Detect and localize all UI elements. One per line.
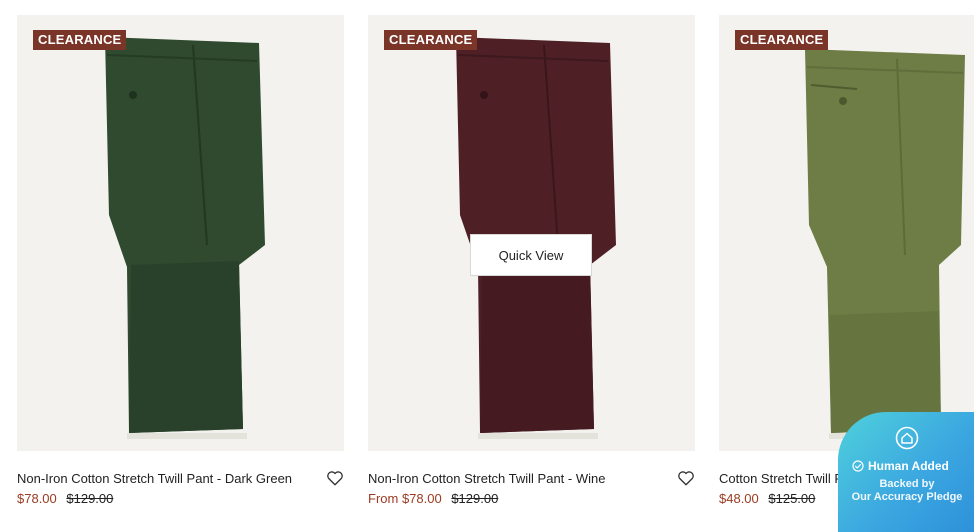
product-image[interactable]: CLEARANCE Quick View	[368, 15, 695, 451]
product-name[interactable]: Non-Iron Cotton Stretch Twill Pant - Win…	[368, 471, 605, 486]
accuracy-pledge-widget[interactable]: Human Added Backed by Our Accuracy Pledg…	[838, 412, 974, 532]
heart-outline-icon[interactable]	[677, 469, 695, 487]
pants-image	[805, 49, 965, 439]
product-card[interactable]: CLEARANCE Non-Iron Cotton Stretch Twill …	[17, 15, 344, 511]
clearance-badge: CLEARANCE	[33, 30, 127, 50]
quick-view-button[interactable]: Quick View	[470, 234, 592, 276]
clearance-badge: CLEARANCE	[735, 30, 829, 50]
product-name[interactable]: Non-Iron Cotton Stretch Twill Pant - Dar…	[17, 471, 292, 486]
pledge-title: Human Added	[868, 459, 949, 473]
sale-price: $48.00	[719, 491, 759, 506]
product-image[interactable]: CLEARANCE	[719, 15, 974, 451]
pledge-title-row: Human Added	[852, 459, 949, 473]
heart-outline-icon[interactable]	[326, 469, 344, 487]
pledge-line-2: Our Accuracy Pledge	[851, 491, 963, 503]
house-badge-icon	[895, 426, 919, 450]
pants-image	[105, 37, 265, 439]
product-card[interactable]: CLEARANCE Quick View Non-Iron Cotton Str…	[368, 15, 695, 511]
price-row: From $78.00 $129.00	[368, 491, 498, 506]
pants-image	[456, 37, 616, 439]
clearance-badge: CLEARANCE	[384, 30, 478, 50]
original-price: $125.00	[768, 491, 816, 506]
price-row: $48.00 $125.00	[719, 491, 815, 506]
sale-price: $78.00	[17, 491, 57, 506]
check-circle-icon	[852, 460, 864, 472]
price-row: $78.00 $129.00	[17, 491, 113, 506]
sale-price: From $78.00	[368, 491, 442, 506]
original-price: $129.00	[451, 491, 499, 506]
pledge-line-1: Backed by	[879, 478, 935, 490]
original-price: $129.00	[66, 491, 114, 506]
product-image[interactable]: CLEARANCE	[17, 15, 344, 451]
